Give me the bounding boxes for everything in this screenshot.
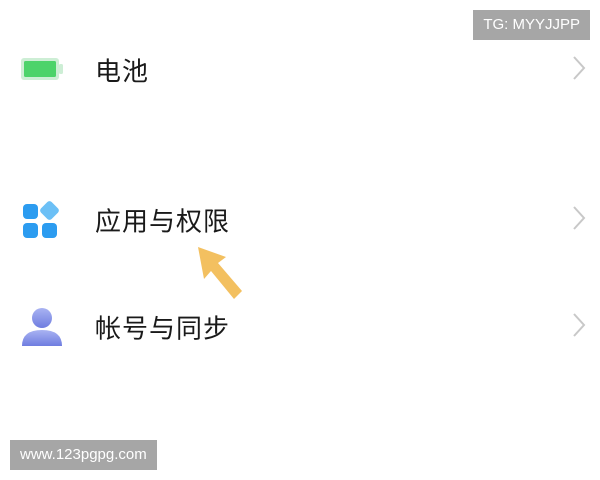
settings-item-apps-permissions[interactable]: 应用与权限 xyxy=(0,185,600,255)
settings-item-label: 电池 xyxy=(95,57,150,88)
settings-item-label: 应用与权限 xyxy=(95,207,231,238)
watermark-bottom: www.123pgpg.com xyxy=(10,440,157,470)
chevron-right-icon xyxy=(572,205,586,235)
apps-icon xyxy=(20,201,60,245)
pointer-arrow-icon xyxy=(196,245,246,307)
chevron-right-icon xyxy=(572,312,586,342)
battery-icon xyxy=(20,55,66,87)
settings-item-label: 帐号与同步 xyxy=(95,314,231,345)
settings-item-battery[interactable]: 电池 xyxy=(0,35,600,105)
account-icon xyxy=(20,306,64,352)
chevron-right-icon xyxy=(572,55,586,85)
watermark-top: TG: MYYJJPP xyxy=(473,10,590,40)
settings-item-account-sync[interactable]: 帐号与同步 xyxy=(0,292,600,362)
